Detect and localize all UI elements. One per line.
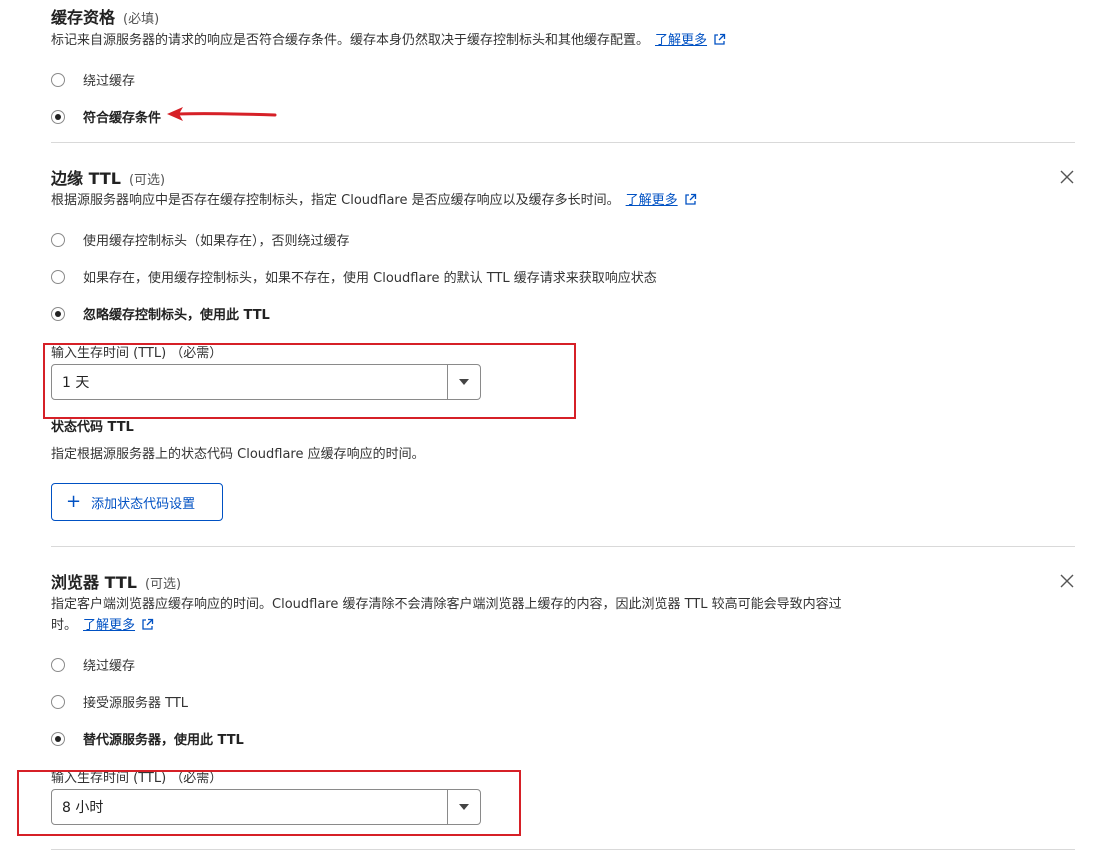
- description-text: 根据源服务器响应中是否存在缓存控制标头，指定 Cloudflare 是否应缓存响…: [51, 193, 620, 208]
- radio-button[interactable]: [51, 232, 65, 247]
- radio-label: 绕过缓存: [83, 659, 136, 674]
- radio-use-cache-control-or-default[interactable]: 如果存在，使用缓存控制标头，如果不存在，使用 Cloudflare 的默认 TT…: [51, 267, 657, 286]
- radio-label: 使用缓存控制标头（如果存在），否则绕过缓存: [83, 234, 350, 249]
- cache-eligibility-description: 标记来自源服务器的请求的响应是否符合缓存条件。缓存本身仍然取决于缓存控制标头和其…: [51, 31, 726, 51]
- radio-button[interactable]: [51, 72, 65, 87]
- radio-bypass-cache[interactable]: 绕过缓存: [51, 655, 135, 674]
- external-link-icon: [714, 33, 726, 45]
- radio-use-cache-control-or-bypass[interactable]: 使用缓存控制标头（如果存在），否则绕过缓存: [51, 230, 350, 249]
- section-tag: (必填): [123, 12, 160, 27]
- radio-override-origin-ttl[interactable]: 替代源服务器，使用此 TTL: [51, 729, 244, 748]
- radio-button[interactable]: [51, 694, 65, 709]
- external-link-icon: [142, 618, 154, 630]
- radio-label: 绕过缓存: [83, 74, 136, 89]
- edge-ttl-header: 边缘 TTL (可选): [51, 165, 165, 189]
- annotation-arrow-icon: [167, 107, 277, 121]
- radio-label: 如果存在，使用缓存控制标头，如果不存在，使用 Cloudflare 的默认 TT…: [83, 271, 657, 286]
- radio-label: 符合缓存条件: [83, 111, 162, 126]
- radio-eligible-for-cache[interactable]: 符合缓存条件: [51, 107, 161, 126]
- learn-more-link[interactable]: 了解更多: [83, 618, 135, 633]
- browser-ttl-header: 浏览器 TTL (可选): [51, 569, 181, 593]
- button-label: 添加状态代码设置: [91, 496, 196, 512]
- learn-more-link[interactable]: 了解更多: [655, 33, 707, 48]
- divider: [51, 142, 1075, 143]
- external-link-icon: [684, 193, 696, 205]
- radio-bypass-cache[interactable]: 绕过缓存: [51, 70, 135, 89]
- status-code-ttl-title: 状态代码 TTL: [51, 420, 134, 435]
- plus-icon: +: [66, 491, 82, 512]
- browser-ttl-description-line2: 时。 了解更多: [51, 616, 154, 636]
- description-text: 时。: [51, 618, 78, 633]
- radio-respect-origin-ttl[interactable]: 接受源服务器 TTL: [51, 692, 188, 711]
- close-icon[interactable]: [1060, 574, 1074, 588]
- section-title: 边缘 TTL: [51, 169, 121, 188]
- divider: [51, 546, 1075, 547]
- browser-ttl-description-line1: 指定客户端浏览器应缓存响应的时间。Cloudflare 缓存清除不会清除客户端浏…: [51, 597, 842, 612]
- section-title: 缓存资格: [51, 8, 116, 27]
- radio-button[interactable]: [51, 731, 65, 746]
- radio-button[interactable]: [51, 306, 65, 321]
- cache-eligibility-header: 缓存资格 (必填): [51, 4, 159, 28]
- learn-more-link[interactable]: 了解更多: [626, 193, 678, 208]
- radio-label: 忽略缓存控制标头，使用此 TTL: [83, 308, 270, 323]
- radio-ignore-cache-control[interactable]: 忽略缓存控制标头，使用此 TTL: [51, 304, 270, 323]
- edge-ttl-description: 根据源服务器响应中是否存在缓存控制标头，指定 Cloudflare 是否应缓存响…: [51, 191, 697, 211]
- description-text: 标记来自源服务器的请求的响应是否符合缓存条件。缓存本身仍然取决于缓存控制标头和其…: [51, 33, 650, 48]
- status-code-ttl-description: 指定根据源服务器上的状态代码 Cloudflare 应缓存响应的时间。: [51, 447, 425, 462]
- section-title: 浏览器 TTL: [51, 573, 137, 592]
- close-icon[interactable]: [1060, 170, 1074, 184]
- radio-button[interactable]: [51, 269, 65, 284]
- annotation-highlight-box: [17, 770, 521, 836]
- radio-button[interactable]: [51, 109, 65, 124]
- annotation-highlight-box: [43, 343, 576, 419]
- section-tag: (可选): [144, 577, 182, 592]
- add-status-code-button[interactable]: + 添加状态代码设置: [51, 483, 223, 521]
- radio-label: 接受源服务器 TTL: [83, 696, 189, 711]
- section-tag: (可选): [128, 173, 166, 188]
- radio-button[interactable]: [51, 657, 65, 672]
- radio-label: 替代源服务器，使用此 TTL: [83, 733, 244, 748]
